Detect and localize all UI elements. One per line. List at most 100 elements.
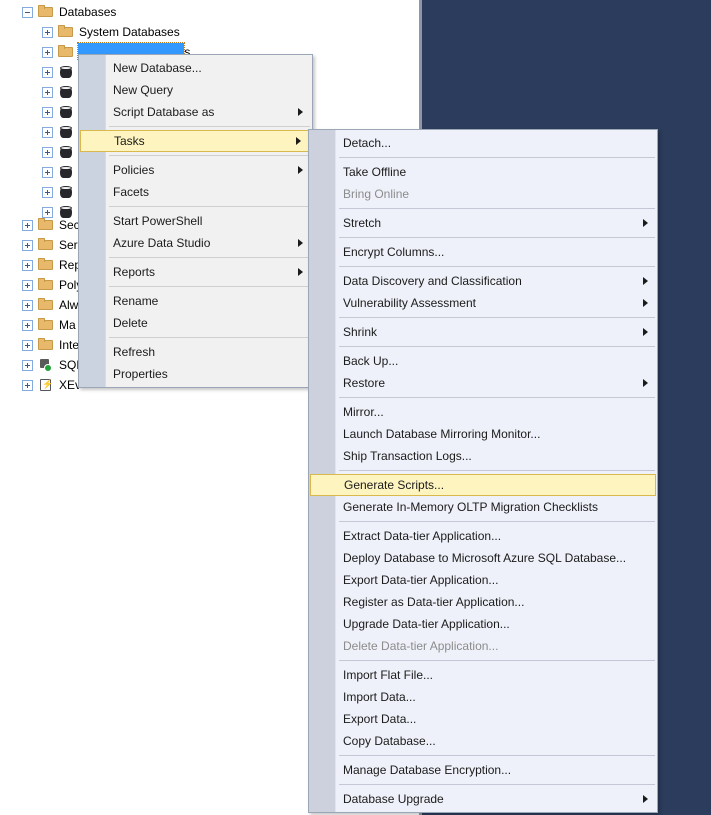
tree-node[interactable] [0, 62, 79, 82]
menu-item[interactable]: Mirror... [309, 401, 657, 423]
expand-icon[interactable] [22, 359, 33, 371]
expand-icon[interactable] [22, 319, 33, 331]
menu-item[interactable]: New Database... [79, 57, 312, 79]
menu-item[interactable]: Database Upgrade [309, 788, 657, 810]
menu-item[interactable]: Rename [79, 290, 312, 312]
tree-node[interactable]: Ser [0, 235, 78, 255]
menu-item[interactable]: Shrink [309, 321, 657, 343]
menu-item-label: Shrink [343, 325, 378, 339]
tree-node-label: Sec [59, 218, 80, 232]
menu-item-label: Vulnerability Assessment [343, 296, 476, 310]
menu-item-label: Refresh [113, 345, 156, 359]
menu-item[interactable]: Properties [79, 363, 312, 385]
menu-item[interactable]: Generate In-Memory OLTP Migration Checkl… [309, 496, 657, 518]
menu-item-label: Upgrade Data-tier Application... [343, 617, 510, 631]
menu-item[interactable]: Restore [309, 372, 657, 394]
tree-node[interactable]: Alw [0, 295, 78, 315]
menu-item[interactable]: Upgrade Data-tier Application... [309, 613, 657, 635]
tree-node[interactable]: Inte [0, 335, 79, 355]
menu-item[interactable]: Manage Database Encryption... [309, 759, 657, 781]
menu-item[interactable]: Extract Data-tier Application... [309, 525, 657, 547]
menu-item[interactable]: Vulnerability Assessment [309, 292, 657, 314]
menu-item-label: Start PowerShell [113, 214, 203, 228]
menu-item[interactable]: Refresh [79, 341, 312, 363]
menu-item-label: Policies [113, 163, 155, 177]
tasks-submenu[interactable]: Detach... Take Offline Bring Online Stretch… [308, 129, 658, 813]
menu-separator [109, 126, 310, 127]
expand-icon[interactable] [42, 66, 53, 78]
menu-item[interactable]: Import Data... [309, 686, 657, 708]
menu-item[interactable]: Azure Data Studio [79, 232, 312, 254]
expand-icon[interactable] [42, 106, 53, 118]
tree-node[interactable]: SQL [0, 355, 83, 375]
tree-node[interactable] [0, 102, 79, 122]
menu-item[interactable]: Encrypt Columns... [309, 241, 657, 263]
folder-icon [38, 217, 54, 233]
tree-node[interactable] [0, 122, 79, 142]
tree-node[interactable]: Rep [0, 255, 81, 275]
tree-node[interactable]: XEv [0, 375, 81, 395]
menu-item[interactable]: Tasks [80, 130, 311, 152]
collapse-icon[interactable] [22, 6, 33, 18]
menu-item-label: Rename [113, 294, 159, 308]
tree-node[interactable]: Sec [0, 215, 80, 235]
database-context-menu[interactable]: New Database... New Query Script Database … [78, 54, 313, 388]
menu-item[interactable]: Script Database as [79, 101, 312, 123]
menu-item-label: Facets [113, 185, 150, 199]
menu-item[interactable]: Import Flat File... [309, 664, 657, 686]
expand-icon[interactable] [42, 26, 53, 38]
menu-item[interactable]: Data Discovery and Classification [309, 270, 657, 292]
tree-node[interactable] [0, 142, 79, 162]
submenu-arrow-icon [643, 795, 648, 803]
menu-separator [339, 470, 655, 471]
expand-icon[interactable] [42, 186, 53, 198]
folder-icon [38, 237, 54, 253]
tree-node[interactable] [0, 182, 79, 202]
menu-item: Bring Online [309, 183, 657, 205]
menu-item[interactable]: Stretch [309, 212, 657, 234]
tree-node[interactable]: System Databases [0, 22, 180, 42]
menu-item[interactable]: Policies [79, 159, 312, 181]
menu-item[interactable]: Copy Database... [309, 730, 657, 752]
menu-item[interactable]: Generate Scripts... [310, 474, 656, 496]
menu-item[interactable]: Launch Database Mirroring Monitor... [309, 423, 657, 445]
expand-icon[interactable] [22, 259, 33, 271]
menu-item[interactable]: Deploy Database to Microsoft Azure SQL D… [309, 547, 657, 569]
menu-separator [109, 286, 310, 287]
menu-item-label: Extract Data-tier Application... [343, 529, 502, 543]
expand-icon[interactable] [22, 279, 33, 291]
menu-item[interactable]: Start PowerShell [79, 210, 312, 232]
menu-item[interactable]: Back Up... [309, 350, 657, 372]
expand-icon[interactable] [22, 299, 33, 311]
menu-item[interactable]: Reports [79, 261, 312, 283]
tree-node[interactable] [0, 82, 79, 102]
tree-node[interactable]: Databases [0, 2, 116, 22]
menu-item-label: Azure Data Studio [113, 236, 211, 250]
menu-item[interactable]: New Query [79, 79, 312, 101]
expand-icon[interactable] [42, 46, 53, 58]
menu-separator [339, 208, 655, 209]
menu-item[interactable]: Export Data... [309, 708, 657, 730]
expand-icon[interactable] [42, 166, 53, 178]
menu-item-label: Import Flat File... [343, 668, 434, 682]
tree-node[interactable]: Poly [0, 275, 82, 295]
expand-icon[interactable] [42, 86, 53, 98]
menu-item[interactable]: Facets [79, 181, 312, 203]
menu-item[interactable]: Delete [79, 312, 312, 334]
expand-icon[interactable] [42, 146, 53, 158]
menu-item[interactable]: Export Data-tier Application... [309, 569, 657, 591]
expand-icon[interactable] [22, 219, 33, 231]
expand-icon[interactable] [22, 379, 33, 391]
expand-icon[interactable] [42, 126, 53, 138]
tree-node[interactable]: Ma [0, 315, 76, 335]
tree-node-label: Inte [59, 338, 80, 352]
menu-item[interactable]: Take Offline [309, 161, 657, 183]
menu-item[interactable]: Register as Data-tier Application... [309, 591, 657, 613]
menu-item[interactable]: Ship Transaction Logs... [309, 445, 657, 467]
menu-item-label: New Query [113, 83, 174, 97]
menu-separator [109, 155, 310, 156]
expand-icon[interactable] [22, 239, 33, 251]
expand-icon[interactable] [22, 339, 33, 351]
tree-node[interactable] [0, 162, 79, 182]
menu-item[interactable]: Detach... [309, 132, 657, 154]
